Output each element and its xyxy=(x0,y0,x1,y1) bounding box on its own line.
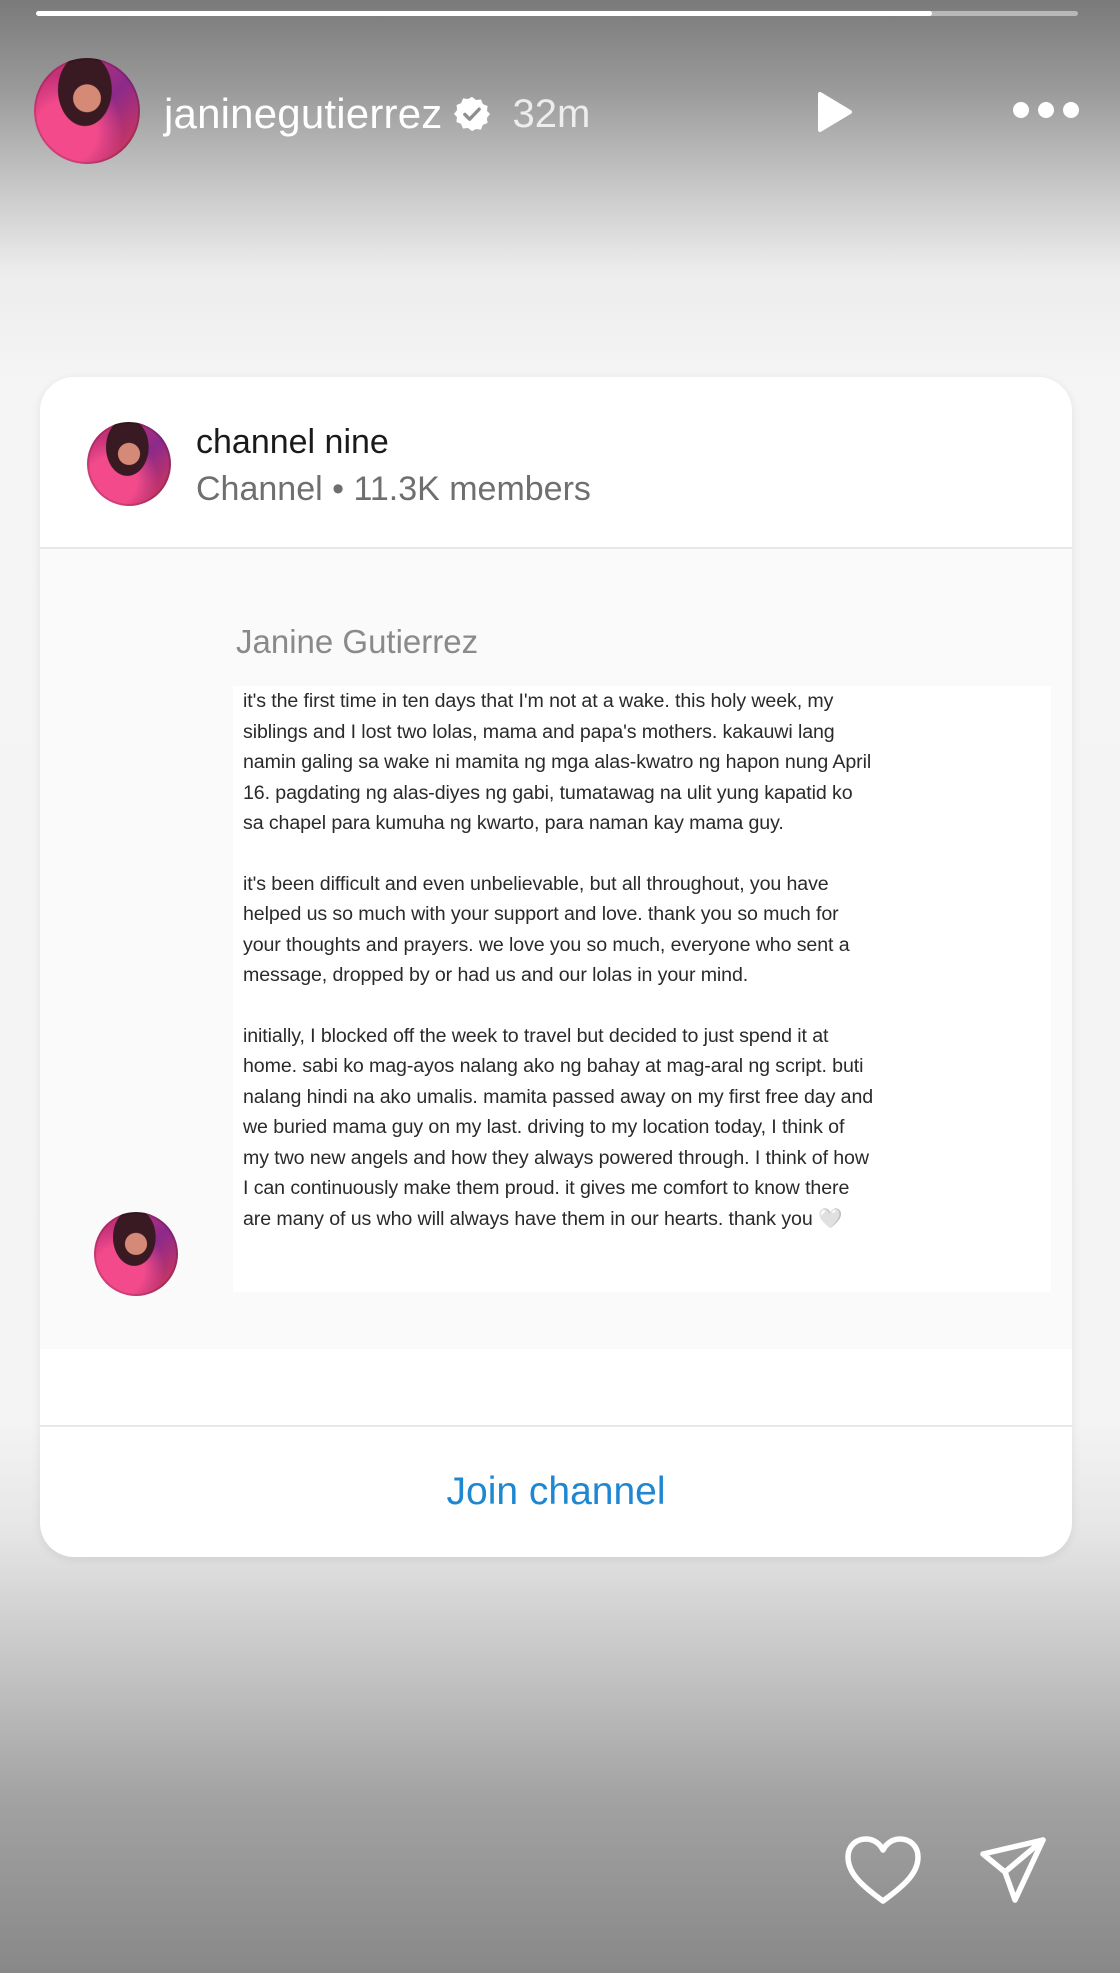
post-line: siblings and I lost two lolas, mama and … xyxy=(243,720,835,743)
post-line: home. sabi ko mag-ayos nalang ako ng bah… xyxy=(243,1055,864,1077)
post-paragraph: it's been difficult and even unbelievabl… xyxy=(233,869,1051,991)
post-time: 32m xyxy=(512,91,591,136)
post-line: initially, I blocked off the week to tra… xyxy=(243,1024,829,1047)
post-line: it's been difficult and even unbelievabl… xyxy=(243,872,829,895)
sender-avatar xyxy=(94,1212,178,1296)
post-line: my two new angels and how they always po… xyxy=(243,1146,869,1169)
post-line: it's the first time in ten days that I'm… xyxy=(243,690,834,712)
post-paragraph: initially, I blocked off the week to tra… xyxy=(233,1021,1051,1235)
post-line: I can continuously make them proud. it g… xyxy=(243,1177,850,1199)
story-header: janinegutierrez 32m xyxy=(34,58,1080,164)
more-options-icon[interactable] xyxy=(1012,100,1080,120)
post-message: it's the first time in ten days that I'm… xyxy=(233,686,1051,1292)
post-line: your thoughts and prayers. we love you s… xyxy=(243,933,850,956)
post-line: namin galing sa wake ni mamita ng mga al… xyxy=(243,751,872,773)
channel-card[interactable]: channel nine Channel • 11.3K members Jan… xyxy=(40,377,1072,1557)
channel-meta: Channel • 11.3K members xyxy=(196,470,591,508)
story-progress-bar xyxy=(36,11,1078,16)
post-line: message, dropped by or had us and our lo… xyxy=(243,964,749,986)
send-icon[interactable] xyxy=(977,1834,1049,1906)
heart-icon[interactable] xyxy=(843,1835,923,1907)
post-line: nalang hindi na ako umalis. mamita passe… xyxy=(243,1085,874,1108)
post-line: helped us so much with your support and … xyxy=(243,903,839,925)
post-author-name: Janine Gutierrez xyxy=(236,623,479,660)
channel-name: channel nine xyxy=(196,423,389,461)
story-progress-fill xyxy=(36,11,933,16)
profile-avatar[interactable] xyxy=(34,58,140,164)
username[interactable]: janinegutierrez xyxy=(164,90,443,138)
play-icon[interactable] xyxy=(810,88,858,136)
post-line: sa chapel para kumuha ng kwarto, para na… xyxy=(243,812,784,834)
post-line: 16. pagdating ng alas-diyes ng gabi, tum… xyxy=(243,781,853,804)
post-line: are many of us who will always have them… xyxy=(243,1207,843,1230)
channel-avatar xyxy=(87,422,171,506)
post-paragraph: it's the first time in ten days that I'm… xyxy=(233,686,1051,839)
verified-badge-icon xyxy=(453,96,490,132)
post-line: we buried mama guy on my last. driving t… xyxy=(243,1116,845,1138)
story-user-info: janinegutierrez 32m xyxy=(164,90,590,138)
join-channel-button[interactable]: Join channel xyxy=(40,1427,1072,1557)
